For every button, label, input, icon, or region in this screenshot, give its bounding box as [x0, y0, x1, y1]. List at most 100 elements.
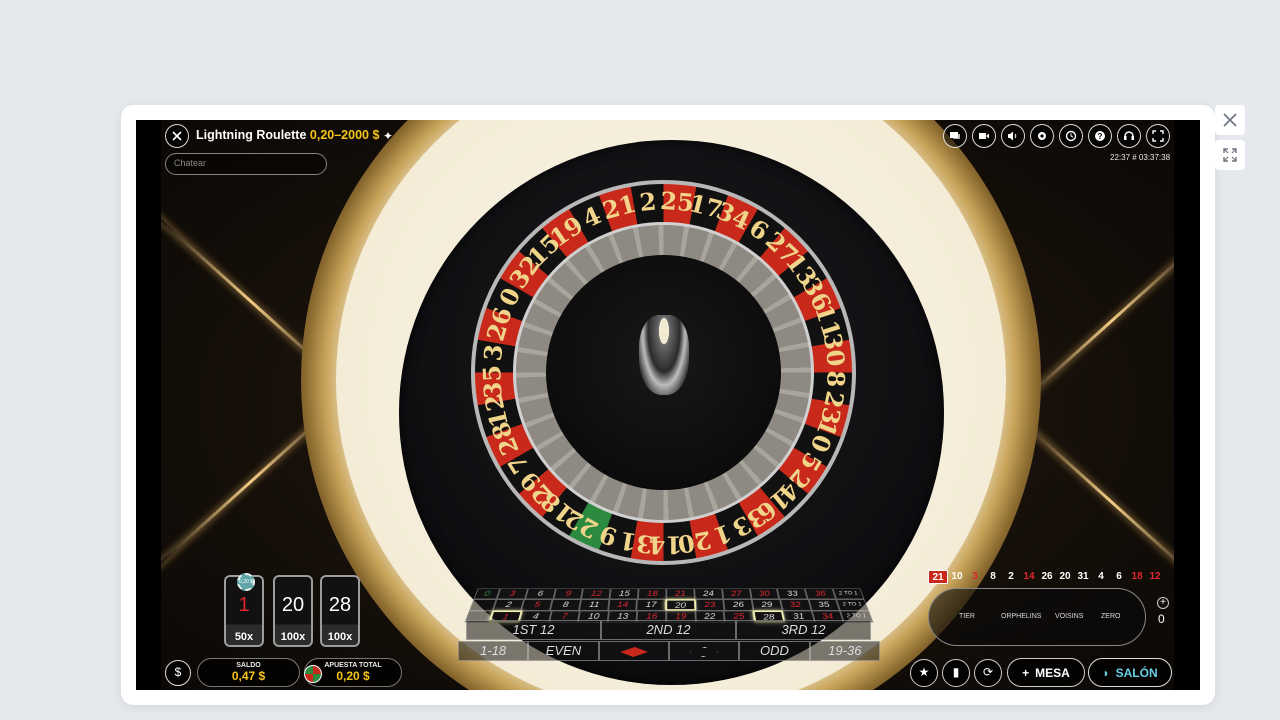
number-bet[interactable]: 30: [749, 588, 780, 600]
help-icon: ?: [1095, 131, 1105, 141]
number-bet[interactable]: 23: [695, 599, 725, 611]
history-result: 4: [1098, 571, 1104, 582]
balance-value: 0,47 $: [231, 669, 266, 683]
stats-icon: ▮: [952, 665, 960, 679]
history-result: 10: [951, 571, 963, 582]
racetrack-tier[interactable]: TIER: [959, 613, 975, 620]
help-button[interactable]: ?: [1088, 124, 1112, 148]
history-result: 6: [1116, 571, 1122, 582]
number-bet[interactable]: 35: [808, 599, 841, 611]
number-bet[interactable]: 17: [636, 599, 666, 611]
support-button[interactable]: [1117, 124, 1141, 148]
number-bet[interactable]: 36: [804, 588, 837, 600]
number-bet[interactable]: 26: [723, 599, 754, 611]
wheel-number: 35: [476, 363, 508, 399]
balance-display: SALDO 0,47 $: [197, 658, 300, 687]
number-bet[interactable]: 14: [607, 599, 638, 611]
close-icon: [172, 131, 182, 141]
dozen-3-bet[interactable]: 3RD 12: [736, 620, 871, 640]
settings-button[interactable]: [1030, 124, 1054, 148]
number-bet[interactable]: 9: [553, 588, 584, 600]
salon-button[interactable]: ◗ SALÓN: [1088, 658, 1172, 687]
number-bet[interactable]: 27: [721, 588, 752, 600]
chip-stack-icon: [304, 665, 322, 683]
history-button[interactable]: [1059, 124, 1083, 148]
lucky-multiplier: 50x: [234, 631, 254, 643]
number-bet[interactable]: 33: [777, 588, 808, 600]
plus-icon: +: [1022, 665, 1030, 680]
camera-icon: [979, 133, 989, 139]
lucky-number-card: 1 50x 0,20 $: [224, 573, 264, 647]
fullscreen-icon: [1152, 130, 1164, 142]
favorites-button[interactable]: ★: [910, 659, 938, 687]
settings-icon: [1038, 132, 1046, 140]
low-bet[interactable]: 1-18: [458, 641, 529, 661]
number-bet[interactable]: 24: [694, 588, 724, 600]
dozen-1-bet[interactable]: 1ST 12: [466, 620, 601, 640]
number-bet[interactable]: 20: [665, 599, 696, 611]
lucky-number-card: 20 100x: [273, 575, 313, 647]
number-bet[interactable]: 12: [581, 588, 612, 600]
column-bet[interactable]: 2 TO 1: [836, 599, 869, 611]
number-bet[interactable]: 5: [521, 599, 553, 611]
neighbours-plus-button[interactable]: +: [1157, 597, 1169, 609]
dozen-bets: 1ST 12 2ND 12 3RD 12: [466, 620, 871, 640]
pin-icon[interactable]: ✦: [383, 129, 393, 143]
statistics-button[interactable]: ▮: [942, 659, 970, 687]
chat-toggle-button[interactable]: [943, 124, 967, 148]
lucky-number: 1: [238, 594, 250, 616]
results-history: 21 10 3 8 2 14 26 20 31 4 6 18 12: [928, 570, 1164, 584]
balance-label: SALDO: [236, 662, 261, 669]
chat-input[interactable]: Chatear: [165, 153, 327, 175]
svg-text:?: ?: [1098, 132, 1103, 141]
high-bet[interactable]: 19-36: [809, 641, 880, 661]
history-icon: [1065, 130, 1077, 142]
history-result: 20: [1059, 571, 1071, 582]
video-button[interactable]: [972, 124, 996, 148]
number-bet[interactable]: 8: [550, 599, 581, 611]
headset-icon: [1124, 131, 1134, 140]
racetrack-orphelins[interactable]: ORPHELINS: [1001, 613, 1041, 620]
expand-icon: [1223, 148, 1237, 162]
game-title: Lightning Roulette 0,20–2000 $: [196, 128, 379, 142]
history-result: 12: [1149, 571, 1161, 582]
dozen-2-bet[interactable]: 2ND 12: [601, 620, 736, 640]
neighbours-count: 0: [1158, 612, 1165, 626]
wheel-number: 30: [817, 330, 851, 368]
number-bet[interactable]: 3: [496, 588, 528, 600]
history-result: 18: [1131, 571, 1143, 582]
number-bet[interactable]: 6: [524, 588, 556, 600]
currency-button[interactable]: $: [165, 660, 191, 686]
number-bet[interactable]: 32: [779, 599, 812, 611]
racetrack[interactable]: TIER ORPHELINS VOISINS ZERO: [928, 588, 1146, 646]
history-result: 21: [928, 570, 948, 584]
history-result: 8: [990, 571, 996, 582]
repeat-button[interactable]: ⟳: [974, 659, 1002, 687]
close-modal-button[interactable]: [1215, 105, 1245, 135]
black-bet[interactable]: [668, 641, 740, 661]
lucky-number: 28: [328, 594, 352, 616]
table-row: 0 3 6 9 12 15 18 21 24 27 30 33 36 2 TO 1: [473, 588, 865, 600]
number-bet[interactable]: 29: [751, 599, 783, 611]
even-bet[interactable]: EVEN: [528, 641, 599, 661]
number-bet[interactable]: 15: [609, 588, 639, 600]
number-bet[interactable]: 2: [492, 599, 525, 611]
racetrack-zero[interactable]: ZERO: [1101, 613, 1120, 620]
number-bet[interactable]: 11: [578, 599, 610, 611]
red-bet[interactable]: [598, 641, 669, 661]
number-bet[interactable]: 18: [638, 588, 667, 600]
exit-game-button[interactable]: [165, 124, 189, 148]
racetrack-voisins[interactable]: VOISINS: [1055, 613, 1083, 620]
fullscreen-button[interactable]: [1146, 124, 1170, 148]
outside-bets: 1-18 EVEN ODD 19-36: [458, 641, 880, 661]
column-bet[interactable]: 2 TO 1: [832, 588, 865, 600]
number-bet[interactable]: 21: [666, 588, 695, 600]
odd-bet[interactable]: ODD: [739, 641, 810, 661]
mesa-button[interactable]: + MESA: [1007, 658, 1085, 687]
salon-label: SALÓN: [1115, 665, 1158, 680]
black-diamond-icon: [689, 647, 719, 657]
volume-button[interactable]: [1001, 124, 1025, 148]
lucky-multiplier: 100x: [280, 631, 306, 643]
expand-modal-button[interactable]: [1215, 140, 1245, 170]
game-title-text: Lightning Roulette: [196, 128, 307, 142]
